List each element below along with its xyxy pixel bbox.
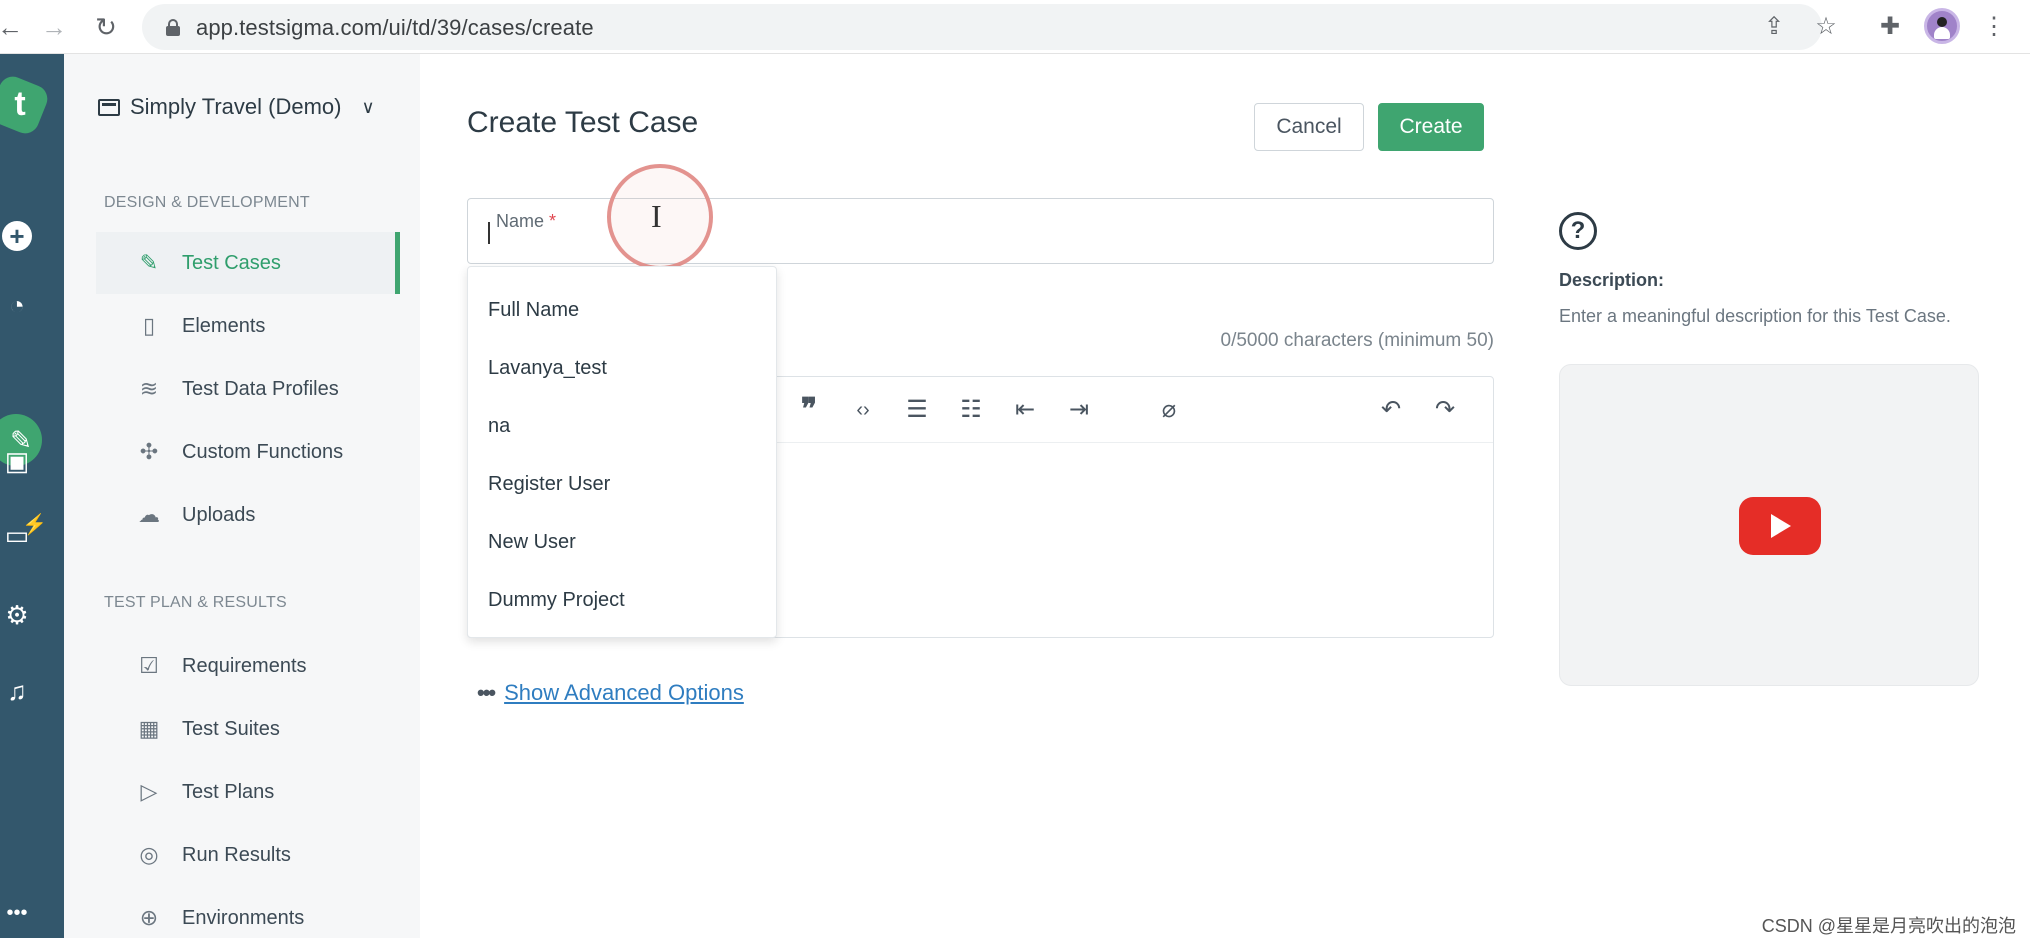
redo-icon[interactable]: ↷ [1430,395,1460,425]
create-button[interactable]: Create [1378,103,1484,151]
more-dots-icon: ••• [477,680,496,705]
youtube-play-icon[interactable] [1739,497,1821,555]
numbered-list-icon[interactable]: ☷ [956,395,986,425]
share-icon[interactable]: ⇪ [1758,11,1790,43]
text-caret [488,222,490,244]
sidebar-item-run-results[interactable]: ◎ Run Results [96,824,400,886]
workspace-name: Simply Travel (Demo) [130,94,342,119]
monitor-icon[interactable]: ▭ ⚡ [0,514,47,552]
advanced-options: ••• Show Advanced Options [477,680,744,706]
suggestion-item[interactable]: Dummy Project [468,571,776,629]
name-suggestions-dropdown: Full Name Lavanya_test na Register User … [467,266,777,638]
settings-icon[interactable]: ⚙ [0,598,34,632]
profile-avatar[interactable] [1924,8,1960,44]
app-rail: t + ◔ ✎ ▣ ▭ ⚡ ⚙ ♫ ••• [0,54,64,938]
test-suites-icon: ▦ [138,716,160,741]
sidebar-item-test-suites[interactable]: ▦ Test Suites [96,698,400,760]
tutorial-video[interactable] [1559,364,1979,686]
database-icon: ≋ [139,376,159,401]
watermark: CSDN @星星是月亮吹出的泡泡 [1761,916,2016,936]
sidebar-item-label: Requirements [182,654,307,677]
bullet-list-icon[interactable]: ☰ [902,395,932,425]
outdent-icon[interactable]: ⇤ [1010,395,1040,425]
show-advanced-options-link[interactable]: Show Advanced Options [504,680,744,706]
sidebar-item-label: Test Plans [182,780,275,803]
help-title: Description: [1559,270,1665,290]
sidebar-item-elements[interactable]: ▯ Elements [96,295,400,357]
section-label-plan: TEST PLAN & RESULTS [104,594,287,611]
test-cases-icon: ✎ [139,250,159,275]
reload-icon[interactable]: ↻ [90,11,122,43]
sidebar-item-test-data-profiles[interactable]: ≋ Test Data Profiles [96,358,400,420]
sidebar-item-label: Test Cases [182,251,281,274]
suggestion-item[interactable]: na [468,397,776,455]
lock-icon [166,19,180,36]
address-bar[interactable]: app.testsigma.com/ui/td/39/cases/create [142,4,1822,50]
sidebar-item-test-cases[interactable]: ✎ Test Cases [96,232,400,294]
cloud-upload-icon: ☁ [138,502,160,527]
page-title: Create Test Case [467,106,699,139]
help-icon[interactable]: ? [1559,212,1597,250]
sidebar-item-label: Test Data Profiles [182,377,339,400]
logo-letter: t [14,85,26,123]
url-text[interactable]: app.testsigma.com/ui/td/39/cases/create [196,15,594,41]
sidebar-item-test-plans[interactable]: ▷ Test Plans [96,761,400,823]
code-icon[interactable]: ‹› [848,395,878,425]
environments-icon: ⊕ [139,905,159,930]
sidebar-item-label: Uploads [182,503,256,526]
sidebar-item-label: Elements [182,314,266,337]
star-icon[interactable]: ☆ [1810,11,1842,43]
sidebar: Simply Travel (Demo) ∨ DESIGN & DEVELOPM… [64,54,420,938]
indent-icon[interactable]: ⇥ [1064,395,1094,425]
sidebar-item-requirements[interactable]: ☑ Requirements [96,635,400,697]
bell-icon[interactable]: ♫ [0,674,34,708]
sidebar-item-environments[interactable]: ⊕ Environments [96,887,400,938]
sidebar-item-custom-functions[interactable]: ✣ Custom Functions [96,421,400,483]
suggestion-item[interactable]: Register User [468,455,776,513]
extensions-icon[interactable]: ✚ [1874,11,1906,43]
briefcase-icon[interactable]: ▣ [0,444,34,478]
elements-icon: ▯ [142,313,156,338]
section-label-design: DESIGN & DEVELOPMENT [104,194,310,211]
test-plans-icon: ▷ [140,779,158,804]
chevron-down-icon[interactable]: ∨ [361,97,374,118]
cancel-button[interactable]: Cancel [1254,103,1364,151]
back-icon[interactable]: ← [0,11,26,43]
sidebar-item-label: Test Suites [182,717,280,740]
ibeam-cursor-icon: I [651,198,662,234]
menu-kebab-icon[interactable]: ⋮ [1978,11,2010,43]
workspace-icon [98,98,120,116]
suggestion-item[interactable]: Full Name [468,281,776,339]
run-results-icon: ◎ [139,842,159,867]
requirements-icon: ☑ [139,653,159,678]
sidebar-item-label: Custom Functions [182,440,344,463]
dashboard-icon[interactable]: ◔ [0,288,34,322]
character-count: 0/5000 characters (minimum 50) [1220,330,1495,351]
blockquote-icon[interactable]: ❞ [794,395,824,425]
sidebar-item-uploads[interactable]: ☁ Uploads [96,484,400,546]
sidebar-item-label: Environments [182,906,305,929]
undo-icon[interactable]: ↶ [1376,395,1406,425]
workspace-switcher[interactable]: Simply Travel (Demo) ∨ [98,90,375,124]
more-icon[interactable]: ••• [0,896,34,930]
forward-icon[interactable]: → [38,11,70,43]
browser-toolbar: ← → ↻ app.testsigma.com/ui/td/39/cases/c… [0,0,2030,54]
help-text: Enter a meaningful description for this … [1559,306,1951,326]
suggestion-item[interactable]: Lavanya_test [468,339,776,397]
add-icon[interactable]: + [2,221,32,251]
puzzle-icon: ✣ [139,439,159,464]
attachment-icon[interactable]: ⌀ [1154,395,1184,425]
suggestion-item[interactable]: New User [468,513,776,571]
sidebar-item-label: Run Results [182,843,291,866]
